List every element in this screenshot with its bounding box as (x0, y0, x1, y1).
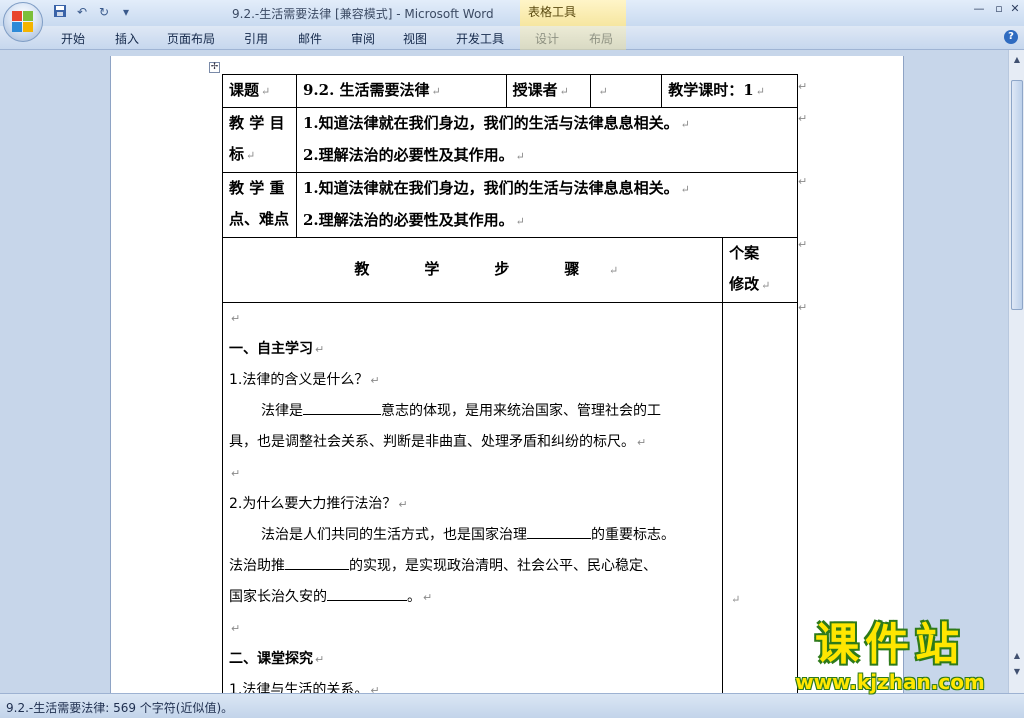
focus-label: 教 学 重 点、难点 (222, 172, 297, 238)
topic-title: 9.2. 生活需要法律 ↵ (295, 74, 507, 108)
steps-header: 教学步骤 ↵ (221, 237, 724, 303)
document-area: ✢ 课题 ↵ 9.2. 生活需要法律 ↵ 授课者 ↵ ↵ 教学课时：1 ↵ 教 学 目 … (0, 50, 1008, 693)
table-move-handle-icon[interactable]: ✢ (209, 62, 220, 73)
office-logo-icon (12, 11, 34, 33)
teacher-value[interactable]: ↵ (589, 74, 663, 108)
section-heading: 一、自主学习 ↵ (229, 341, 325, 357)
row-end-mark: ↵ (798, 238, 808, 251)
row-end-mark: ↵ (798, 175, 808, 188)
teacher-label: 授课者 ↵ (505, 74, 591, 108)
topic-label: 课题 ↵ (222, 74, 297, 108)
goal-label: 教 学 目 标 ↵ (222, 107, 297, 173)
vertical-scrollbar[interactable]: ▲ ▲ ▼ (1008, 50, 1024, 693)
watermark-title: 课件站 (815, 619, 965, 670)
question-1: 1.法律的含义是什么？ ↵ (229, 372, 380, 388)
minimize-button[interactable]: — (970, 2, 988, 15)
tab-view[interactable]: 视图 (403, 30, 427, 47)
class-hours: 教学课时：1 ↵ (661, 74, 798, 108)
goal-content: 1.知道法律就在我们身边，我们的生活与法律息息相关。 ↵ 2.理解法治的必要性及其… (295, 107, 799, 173)
quick-access-toolbar: ↶ ↻ ▾ (52, 4, 134, 20)
steps-content[interactable]: ↵ 一、自主学习 ↵ 1.法律的含义是什么？ ↵ 法律是 意志的体现，是用来统治国家、… (221, 302, 724, 693)
scroll-up-icon[interactable]: ▲ (1011, 54, 1023, 66)
tab-developer[interactable]: 开发工具 (456, 30, 504, 47)
watermark-url: www.kjzhan.com (795, 670, 985, 694)
tab-review[interactable]: 审阅 (351, 30, 375, 47)
close-button[interactable]: ✕ (1006, 2, 1024, 15)
focus-content: 1.知道法律就在我们身边，我们的生活与法律息息相关。 ↵ 2.理解法治的必要性及其… (295, 172, 799, 238)
undo-icon[interactable]: ↶ (74, 4, 90, 20)
lesson-plan-table: 课题 ↵ 9.2. 生活需要法律 ↵ 授课者 ↵ ↵ 教学课时：1 ↵ 教 学 目 标 ↵… (221, 74, 799, 693)
tab-references[interactable]: 引用 (244, 30, 268, 47)
section-heading: 二、课堂探究 ↵ (229, 651, 325, 667)
row-end-mark: ↵ (798, 112, 808, 125)
row-end-mark: ↵ (798, 80, 808, 93)
help-icon[interactable]: ? (1004, 30, 1018, 44)
customize-qat-button[interactable]: ▾ (118, 4, 134, 20)
title-bar: ↶ ↻ ▾ 表格工具 9.2.-生活需要法律 [兼容模式] - Microsof… (0, 0, 1024, 26)
watermark-logo: 课件站 www.kjzhan.com (770, 619, 1010, 695)
scroll-thumb[interactable] (1011, 80, 1023, 310)
scroll-next-page-icon[interactable]: ▼ (1011, 666, 1023, 678)
office-button[interactable] (3, 2, 43, 42)
status-bar: 9.2.-生活需要法律: 569 个字符(近似值)。 (0, 693, 1024, 718)
question-2: 2.为什么要大力推行法治？ ↵ (229, 496, 408, 512)
row-end-mark: ↵ (798, 301, 808, 314)
table-tools-band (520, 26, 626, 50)
tab-insert[interactable]: 插入 (115, 30, 139, 47)
word-count-status[interactable]: 9.2.-生活需要法律: 569 个字符(近似值)。 (6, 699, 233, 716)
redo-icon[interactable]: ↻ (96, 4, 112, 20)
window-title: 9.2.-生活需要法律 [兼容模式] - Microsoft Word (232, 7, 494, 21)
personal-edit-header: 个案 修改 ↵ (722, 237, 798, 303)
tab-mailings[interactable]: 邮件 (298, 30, 322, 47)
question-3: 1.法律与生活的关系。 ↵ (229, 682, 380, 693)
table-tools-label: 表格工具 (520, 0, 626, 26)
save-icon[interactable] (52, 4, 68, 20)
tab-page-layout[interactable]: 页面布局 (167, 30, 215, 47)
ribbon-tabs: 开始 插入 页面布局 引用 邮件 审阅 视图 开发工具 设计 布局 (0, 26, 1024, 50)
scroll-prev-page-icon[interactable]: ▲ (1011, 650, 1023, 662)
tab-home[interactable]: 开始 (61, 30, 85, 47)
